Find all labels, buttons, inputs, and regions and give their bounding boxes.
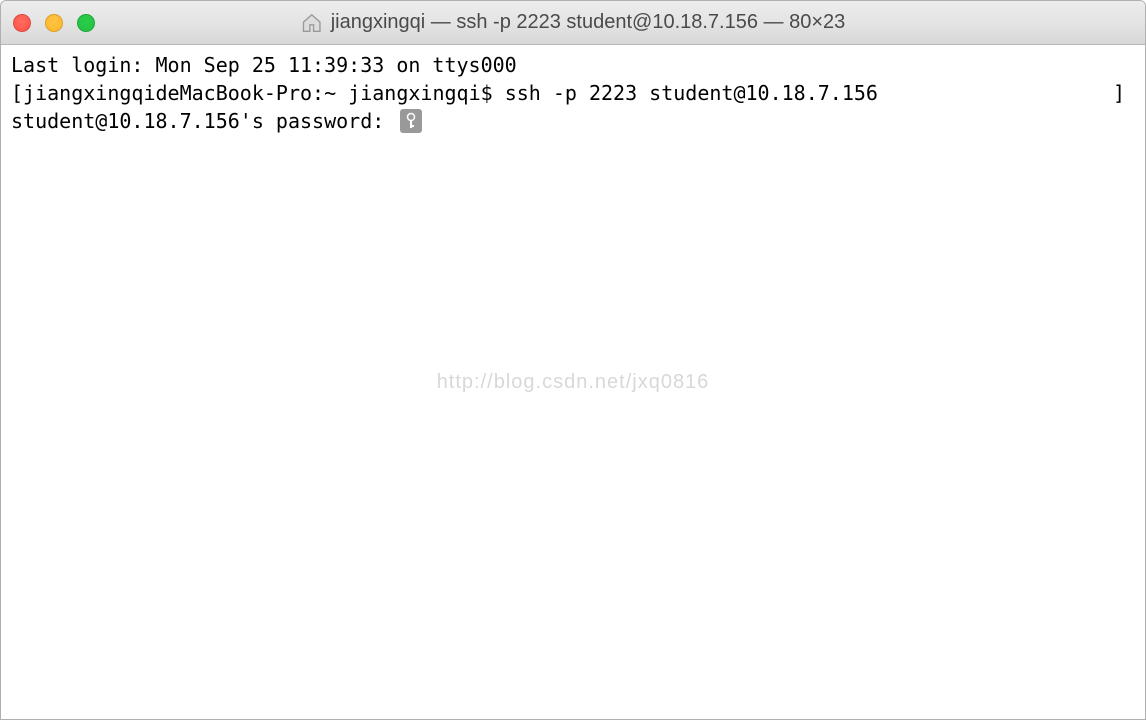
command-line: [jiangxingqideMacBook-Pro:~ jiangxingqi$… (11, 79, 1135, 107)
last-login-text: Last login: Mon Sep 25 11:39:33 on ttys0… (11, 51, 517, 79)
minimize-button[interactable] (45, 14, 63, 32)
password-prompt-line: student@10.18.7.156's password: (11, 107, 1135, 135)
window-title: jiangxingqi — ssh -p 2223 student@10.18.… (331, 11, 846, 34)
home-icon (301, 12, 323, 34)
ssh-command: ssh -p 2223 student@10.18.7.156 (505, 79, 878, 107)
prompt-host: jiangxingqideMacBook-Pro:~ jiangxingqi$ (23, 79, 505, 107)
watermark-text: http://blog.csdn.net/jxq0816 (437, 368, 710, 396)
terminal-body[interactable]: Last login: Mon Sep 25 11:39:33 on ttys0… (1, 45, 1145, 719)
close-button[interactable] (13, 14, 31, 32)
right-bracket: ] (1113, 79, 1125, 107)
password-prompt-text: student@10.18.7.156's password: (11, 107, 396, 135)
window-title-container: jiangxingqi — ssh -p 2223 student@10.18.… (301, 11, 846, 34)
key-icon (400, 109, 422, 133)
last-login-line: Last login: Mon Sep 25 11:39:33 on ttys0… (11, 51, 1135, 79)
left-bracket: [ (11, 79, 23, 107)
traffic-lights (13, 14, 95, 32)
zoom-button[interactable] (77, 14, 95, 32)
titlebar[interactable]: jiangxingqi — ssh -p 2223 student@10.18.… (1, 1, 1145, 45)
terminal-window: jiangxingqi — ssh -p 2223 student@10.18.… (0, 0, 1146, 720)
